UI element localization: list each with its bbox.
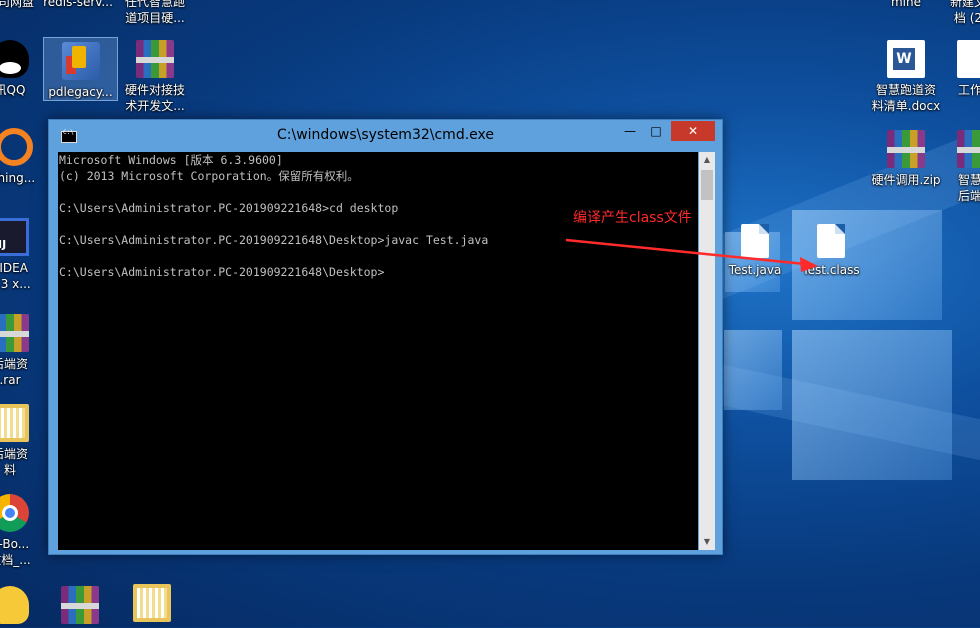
desktop-icon-docx[interactable]: W 智慧跑道资 料清单.docx <box>866 40 946 114</box>
vertical-scrollbar[interactable]: ▲ ▼ <box>699 152 715 550</box>
minimize-button[interactable]: — <box>617 121 643 141</box>
scroll-up-icon[interactable]: ▲ <box>699 152 715 168</box>
console-line: (c) 2013 Microsoft Corporation。保留所有权利。 <box>59 169 359 183</box>
intellij-idea-icon <box>0 218 29 256</box>
scroll-down-icon[interactable]: ▼ <box>699 534 715 550</box>
folder-icon <box>0 404 29 442</box>
desktop-icon-hw-tech-rar[interactable]: 硬件对接技 术开发文... <box>115 40 195 114</box>
everything-icon <box>0 128 33 166</box>
desktop-icon-qq[interactable]: 讯QQ <box>0 40 50 98</box>
winrar-icon <box>957 130 980 168</box>
partial-icon-label[interactable]: 新建文档 (2 <box>928 0 980 26</box>
desktop-icon-test-java[interactable]: Test.java <box>715 224 795 278</box>
folder-icon <box>133 584 171 622</box>
console-line: C:\Users\Administrator.PC-201909221648\D… <box>59 233 489 247</box>
desktop-icon-backend-right[interactable]: 智慧跑 后端代 <box>936 130 980 204</box>
cmd-window[interactable]: C:\windows\system32\cmd.exe — □ ✕ Micros… <box>48 119 723 555</box>
desktop-icon-backend-docs[interactable]: 后端资 料 <box>0 404 50 478</box>
pdlegacy-icon <box>61 42 100 80</box>
desktop-icon-hw-call-zip[interactable]: 硬件调用.zip <box>866 130 946 188</box>
qq-icon <box>0 40 29 78</box>
desktop-icon-pdlegacy[interactable]: pdlegacy... <box>43 37 118 101</box>
winrar-icon <box>136 40 174 78</box>
close-button[interactable]: ✕ <box>671 121 715 141</box>
console-line: Microsoft Windows [版本 6.3.9600] <box>59 153 283 167</box>
partial-icon-label[interactable]: 任代智慧跑 道项目硬... <box>115 0 195 26</box>
winrar-icon <box>61 586 99 624</box>
desktop-icon-folder-bottom[interactable] <box>112 584 192 626</box>
partial-icon-label[interactable]: redis-serv... <box>38 0 118 10</box>
annotation-text: 编译产生class文件 <box>573 210 692 226</box>
console-line: C:\Users\Administrator.PC-201909221648\D… <box>59 265 385 279</box>
desktop-icon-backend-rar[interactable]: 后端资 .rar <box>0 314 50 388</box>
desktop-icon-idea[interactable]: J IDEA 2.3 x... <box>0 218 50 292</box>
winrar-icon <box>0 314 29 352</box>
desktop-icon-work-doc[interactable]: 工作文 <box>936 40 980 98</box>
maximize-button[interactable]: □ <box>643 121 669 141</box>
qq-pet-icon <box>0 586 29 624</box>
document-icon <box>957 40 980 78</box>
desktop-icon-test-class[interactable]: Test.class <box>791 224 871 278</box>
winrar-icon <box>887 130 925 168</box>
file-icon <box>741 224 769 258</box>
wallpaper-window-pane <box>792 330 952 480</box>
desktop-icon-rar-bottom[interactable] <box>40 586 120 628</box>
wallpaper-window-pane <box>724 330 782 410</box>
title-bar[interactable]: C:\windows\system32\cmd.exe — □ ✕ <box>49 120 722 150</box>
file-icon <box>817 224 845 258</box>
desktop-icon-chrome[interactable]: g-Bo... 文档_... <box>0 494 50 568</box>
word-document-icon: W <box>887 40 925 78</box>
chrome-icon <box>0 494 29 532</box>
desktop-icon-everything[interactable]: thing... <box>0 128 54 186</box>
scrollbar-thumb[interactable] <box>701 170 713 200</box>
